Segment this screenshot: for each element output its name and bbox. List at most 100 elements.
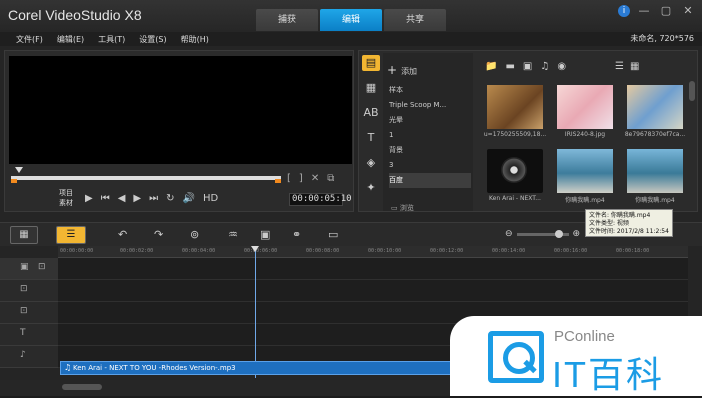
thumbnail-image xyxy=(487,85,543,129)
motion-tracking-icon[interactable]: ⚭ xyxy=(292,227,301,243)
timeline-playhead[interactable] xyxy=(251,246,259,252)
end-icon[interactable]: ⏭ xyxy=(149,193,158,204)
sound-mixer-icon[interactable]: ♒ xyxy=(228,227,238,243)
search-logo-icon xyxy=(488,331,544,383)
transition-icon[interactable]: AB xyxy=(362,105,380,121)
tooltip-filetime: 文件时间: 2017/2/8 11:2:54 xyxy=(589,228,669,235)
play-icon[interactable]: ▶ xyxy=(85,193,93,204)
instant-project-icon[interactable]: ▦ xyxy=(362,80,380,96)
auto-music-icon[interactable]: ▣ xyxy=(260,227,270,243)
zoom-in-icon[interactable]: ⊕ xyxy=(573,229,581,239)
storyboard-view-icon[interactable]: ▦ xyxy=(10,226,38,244)
zoom-out-icon[interactable]: ⊖ xyxy=(505,229,513,239)
import-folder-icon[interactable]: 📁 xyxy=(485,61,497,72)
preview-scrub-bar[interactable] xyxy=(11,176,281,180)
tab-capture[interactable]: 捕获 xyxy=(256,9,318,31)
redo-icon[interactable]: ↷ xyxy=(154,227,163,243)
next-frame-icon[interactable]: ▶ xyxy=(133,193,141,204)
music-clip[interactable]: Ken Arai - NEXT TO YOU -Rhodes Version-.… xyxy=(60,361,480,375)
folder-item-selected[interactable]: 百度 xyxy=(389,173,471,188)
ruler-tick: 00:00:00:00 xyxy=(60,248,94,254)
timecode-display[interactable]: 00:00:05:10 xyxy=(289,193,352,206)
ruler-tick: 00:00:18:00 xyxy=(616,248,650,254)
undo-icon[interactable]: ↶ xyxy=(118,227,127,243)
media-library-icon[interactable]: ▤ xyxy=(362,55,380,71)
folder-item[interactable]: 背景 xyxy=(389,143,471,158)
media-thumbnail[interactable]: IRIS240-8.jpg xyxy=(551,85,619,145)
show-photo-icon[interactable]: ▣ xyxy=(523,61,532,72)
thumbnail-caption: Ken Arai - NEXT... xyxy=(489,195,541,202)
subtitle-editor-icon[interactable]: ▭ xyxy=(328,227,338,243)
repeat-icon[interactable]: ↻ xyxy=(166,193,174,204)
media-thumbnail[interactable]: 你瞒我瞒.mp4 xyxy=(551,149,619,209)
media-thumbnail[interactable]: 你瞒我瞒.mp4 xyxy=(621,149,689,209)
tab-share[interactable]: 共享 xyxy=(384,9,446,31)
folder-item[interactable]: 光晕 xyxy=(389,113,471,128)
hd-toggle[interactable]: HD xyxy=(203,193,218,204)
menu-file[interactable]: 文件(F) xyxy=(16,34,43,45)
zoom-slider[interactable] xyxy=(516,229,569,238)
media-thumbnail[interactable]: Ken Arai - NEXT... xyxy=(481,149,549,209)
preview-scrubber-handle[interactable] xyxy=(15,167,23,173)
overlay-track-header[interactable]: ⊡ xyxy=(0,280,58,302)
add-folder-button[interactable]: + 添加 xyxy=(387,63,417,77)
timeline-view-icon[interactable]: ☰ xyxy=(56,226,86,244)
zoom-control: ⊖ ⊕ xyxy=(505,229,580,239)
voice-track-header[interactable]: T xyxy=(0,324,58,346)
graphics-icon[interactable]: ◈ xyxy=(362,155,380,171)
media-thumbnail[interactable]: u=1750255509,18... xyxy=(481,85,549,145)
title-track-header[interactable]: ⊡ xyxy=(0,302,58,324)
thumbnail-view-icon[interactable]: ▦ xyxy=(630,61,639,72)
menu-edit[interactable]: 编辑(E) xyxy=(57,34,84,45)
close-button[interactable]: ✕ xyxy=(680,4,696,18)
zoom-slider-handle[interactable] xyxy=(554,229,563,238)
show-video-icon[interactable]: ▬ xyxy=(505,61,514,72)
record-capture-icon[interactable]: ⊚ xyxy=(190,227,199,243)
tab-edit[interactable]: 编辑 xyxy=(320,9,382,31)
filter-icon[interactable]: ✦ xyxy=(362,180,380,196)
menu-settings[interactable]: 设置(S) xyxy=(139,34,166,45)
browse-button[interactable]: ▭ 浏览 xyxy=(391,203,414,213)
library-scrollbar[interactable] xyxy=(689,81,695,101)
overlay-track[interactable] xyxy=(58,280,688,302)
view-mode-bar: ☰ ▦ xyxy=(615,61,639,72)
folder-item[interactable]: 3 xyxy=(389,158,471,173)
minimize-button[interactable]: — xyxy=(636,4,652,18)
video-track[interactable] xyxy=(58,258,688,280)
thumbnail-grid: u=1750255509,18... IRIS240-8.jpg 8e79678… xyxy=(481,85,689,209)
project-info: 未命名, 720*576 xyxy=(630,34,694,43)
mark-in-button[interactable]: [ xyxy=(287,173,291,184)
thumbnail-image xyxy=(557,149,613,193)
menu-help[interactable]: 帮助(H) xyxy=(181,34,209,45)
mode-clip[interactable]: 素材 xyxy=(59,198,73,208)
scrollbar-thumb[interactable] xyxy=(62,384,102,390)
split-icon[interactable]: ✕ xyxy=(311,173,319,184)
restore-button[interactable]: ▢ xyxy=(658,4,674,18)
folder-item[interactable]: 样本 xyxy=(389,83,471,98)
volume-icon[interactable]: 🔊 xyxy=(183,193,195,204)
media-filter-bar: 📁 ▬ ▣ ♫ ◉ xyxy=(485,61,566,72)
thumbnail-caption: 8e79678370ef7ca... xyxy=(624,131,686,138)
list-view-icon[interactable]: ☰ xyxy=(615,61,624,72)
info-icon[interactable]: i xyxy=(618,5,630,17)
media-thumbnail[interactable]: 8e79678370ef7ca... xyxy=(621,85,689,145)
mark-out-button[interactable]: ] xyxy=(299,173,303,184)
trim-in-marker[interactable] xyxy=(11,179,17,183)
timeline-ruler[interactable]: 00:00:00:00 00:00:02:00 00:00:04:00 00:0… xyxy=(58,246,688,258)
menu-tools[interactable]: 工具(T) xyxy=(98,34,125,45)
folder-item[interactable]: Triple Scoop M... xyxy=(389,98,471,113)
link-icon: ⊡ xyxy=(20,306,28,316)
title-icon[interactable]: T xyxy=(362,130,380,146)
track-visibility-icon[interactable]: ⊡ xyxy=(38,262,46,272)
trim-out-marker[interactable] xyxy=(275,179,281,183)
app-window: Corel VideoStudio X8 捕获 编辑 共享 i — ▢ ✕ 文件… xyxy=(0,0,702,396)
enlarge-icon[interactable]: ⧉ xyxy=(327,173,334,184)
video-track-header[interactable]: ▣ ⊡ xyxy=(0,258,58,280)
music-track-header[interactable]: ♪ xyxy=(0,346,58,368)
mode-project[interactable]: 项目 xyxy=(59,188,73,198)
home-icon[interactable]: ⏮ xyxy=(101,193,110,204)
show-audio-icon[interactable]: ♫ xyxy=(540,61,549,72)
previous-frame-icon[interactable]: ◀ xyxy=(118,193,126,204)
folder-item[interactable]: 1 xyxy=(389,128,471,143)
sort-icon[interactable]: ◉ xyxy=(557,61,566,72)
